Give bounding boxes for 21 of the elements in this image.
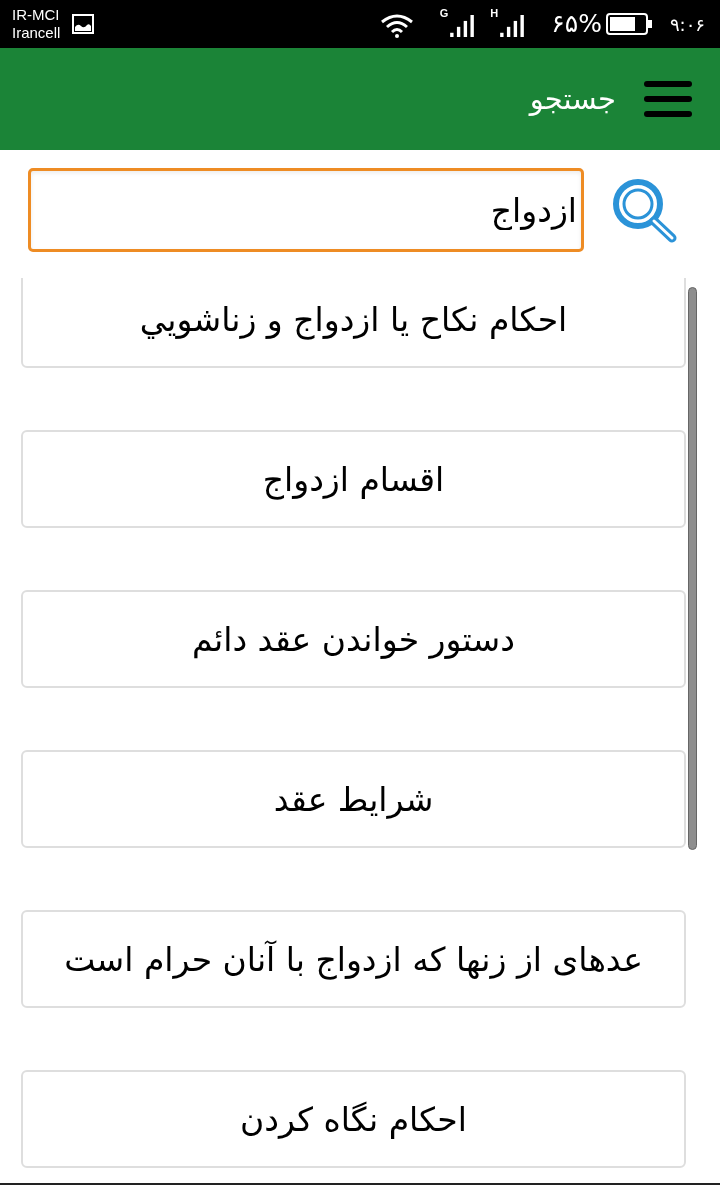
carrier-name: IR-MCI: [12, 6, 60, 24]
battery-percent: ۶۵%: [551, 9, 602, 39]
wifi-icon: [379, 14, 414, 38]
result-item[interactable]: عدهای از زنها که ازدواج با آنان حرام است: [21, 910, 686, 1008]
image-icon: [72, 14, 95, 34]
result-item[interactable]: اقسام ازدواج: [21, 430, 686, 528]
menu-icon[interactable]: [644, 81, 692, 117]
network-type-label: G: [439, 7, 449, 19]
result-item[interactable]: دستور خواندن عقد دائم: [21, 590, 686, 688]
signal-icon: [450, 15, 475, 37]
signal-icon: [500, 15, 525, 37]
scrollbar-thumb[interactable]: [688, 287, 697, 850]
result-item[interactable]: احکام نکاح یا ازدواج و زناشويي: [21, 278, 686, 368]
result-item[interactable]: شرایط عقد: [21, 750, 686, 848]
network-type-label: H: [490, 7, 499, 19]
carrier-name: Irancell: [12, 24, 61, 42]
search-field[interactable]: ازدواج: [28, 168, 584, 252]
result-item[interactable]: احکام نگاه کردن: [21, 1070, 686, 1168]
battery-icon: [605, 13, 652, 35]
clock-time: ۹:۰۶: [669, 13, 705, 35]
app-bar-title: جستجو: [529, 82, 616, 116]
